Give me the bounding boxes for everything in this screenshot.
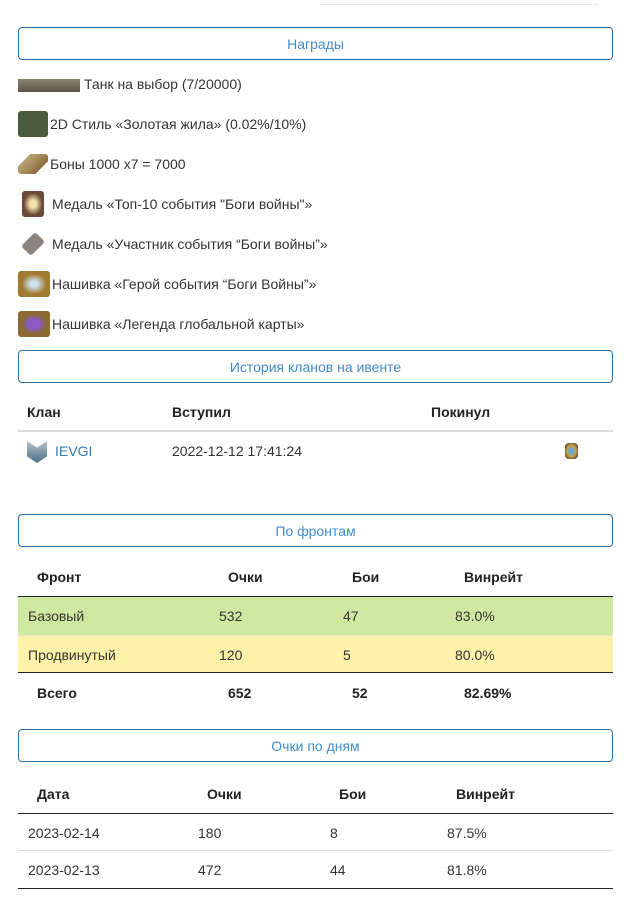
style-chest-icon bbox=[18, 111, 48, 137]
table-row: IEVGI 2022-12-12 17:41:24 bbox=[18, 432, 613, 472]
top-divider bbox=[320, 4, 598, 5]
points: 472 bbox=[198, 862, 222, 878]
col-header-clan: Клан bbox=[27, 404, 61, 420]
col-header-date: Дата bbox=[37, 786, 70, 802]
winrate: 81.8% bbox=[447, 862, 487, 878]
reward-label: Нашивка «Легенда глобальной карты» bbox=[52, 316, 305, 332]
patch-legend-icon bbox=[18, 311, 50, 337]
fronts-button[interactable]: По фронтам bbox=[18, 514, 613, 547]
col-header-front: Фронт bbox=[37, 569, 82, 585]
battles: 8 bbox=[330, 825, 338, 841]
col-header-points: Очки bbox=[207, 786, 242, 802]
medal-top10-icon bbox=[22, 191, 44, 217]
reward-label: Медаль «Топ-10 события "Боги войны"» bbox=[52, 196, 313, 212]
winrate: 80.0% bbox=[455, 647, 495, 663]
battles: 44 bbox=[330, 862, 346, 878]
points: 180 bbox=[198, 825, 222, 841]
reward-item: Нашивка «Легенда глобальной карты» bbox=[18, 304, 304, 344]
reward-item: Нашивка «Герой события “Боги Войны”» bbox=[18, 264, 316, 304]
col-header-battles: Бои bbox=[339, 786, 367, 802]
table-row: Продвинутый 120 5 80.0% bbox=[18, 635, 613, 672]
medal-participant-icon bbox=[20, 231, 46, 257]
bonds-icon bbox=[18, 154, 48, 174]
points: 120 bbox=[219, 647, 243, 663]
table-row: 2023-02-14 180 8 87.5% bbox=[18, 814, 613, 851]
clan-link[interactable]: IEVGI bbox=[55, 443, 92, 459]
rank-icon bbox=[565, 443, 578, 459]
col-header-left: Покинул bbox=[431, 404, 491, 420]
battles: 47 bbox=[343, 608, 359, 624]
total-battles: 52 bbox=[352, 685, 368, 701]
reward-item: Медаль «Участник события “Боги войны”» bbox=[18, 224, 328, 264]
rewards-button[interactable]: Награды bbox=[18, 27, 613, 60]
front-name: Базовый bbox=[28, 608, 85, 624]
col-header-battles: Бои bbox=[352, 569, 380, 585]
date: 2023-02-14 bbox=[28, 825, 100, 841]
reward-label: Медаль «Участник события “Боги войны”» bbox=[52, 236, 328, 252]
tank-icon bbox=[18, 71, 80, 97]
reward-label: Нашивка «Герой события “Боги Войны”» bbox=[52, 276, 317, 292]
points: 532 bbox=[219, 608, 243, 624]
daily-points-button[interactable]: Очки по дням bbox=[18, 729, 613, 762]
total-divider bbox=[18, 672, 613, 673]
table-row: Базовый 532 47 83.0% bbox=[18, 597, 613, 635]
col-header-points: Очки bbox=[228, 569, 263, 585]
joined-date: 2022-12-12 17:41:24 bbox=[172, 443, 302, 459]
total-points: 652 bbox=[228, 685, 252, 701]
col-header-winrate: Винрейт bbox=[456, 786, 515, 802]
table-row: 2023-02-13 472 44 81.8% bbox=[18, 851, 613, 888]
reward-label: Боны 1000 x7 = 7000 bbox=[50, 156, 186, 172]
clan-emblem-icon bbox=[27, 441, 47, 463]
table-bottom-divider bbox=[18, 888, 613, 889]
date: 2023-02-13 bbox=[28, 862, 100, 878]
total-label: Всего bbox=[37, 685, 77, 701]
col-header-joined: Вступил bbox=[172, 404, 231, 420]
front-name: Продвинутый bbox=[28, 647, 116, 663]
clan-history-button[interactable]: История кланов на ивенте bbox=[18, 350, 613, 383]
reward-item: Медаль «Топ-10 события "Боги войны"» bbox=[18, 184, 312, 224]
reward-label: 2D Стиль «Золотая жила» (0.02%/10%) bbox=[50, 116, 307, 132]
patch-hero-icon bbox=[18, 271, 50, 297]
total-winrate: 82.69% bbox=[464, 685, 512, 701]
col-header-winrate: Винрейт bbox=[464, 569, 523, 585]
reward-item: Боны 1000 x7 = 7000 bbox=[18, 144, 186, 184]
battles: 5 bbox=[343, 647, 351, 663]
reward-item: 2D Стиль «Золотая жила» (0.02%/10%) bbox=[18, 104, 306, 144]
winrate: 87.5% bbox=[447, 825, 487, 841]
reward-item: Танк на выбор (7/20000) bbox=[18, 64, 242, 104]
reward-label: Танк на выбор (7/20000) bbox=[84, 76, 242, 92]
winrate: 83.0% bbox=[455, 608, 495, 624]
